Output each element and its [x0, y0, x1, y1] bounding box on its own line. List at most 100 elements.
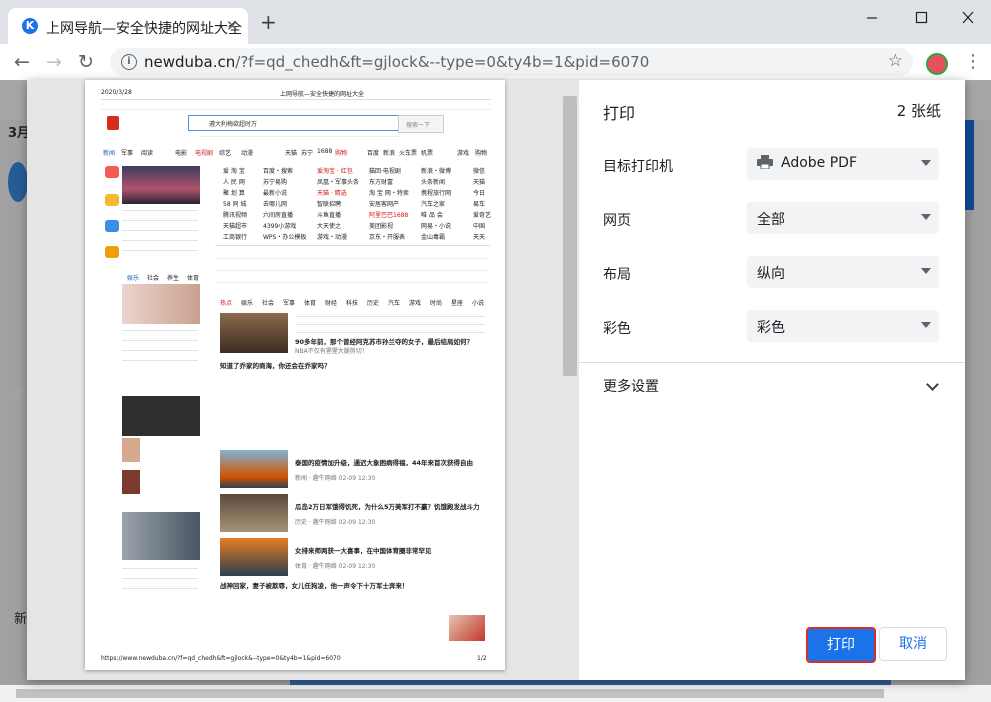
layout-label: 布局 [603, 267, 631, 283]
preview-news-image [220, 450, 288, 488]
preview-category-tab: 星座 [451, 300, 464, 307]
preview-game-icon [105, 194, 119, 206]
preview-left-news [122, 568, 198, 569]
back-arrow-icon[interactable]: ← [14, 51, 30, 73]
close-window-icon[interactable] [958, 10, 978, 26]
preview-category-tab: 历史 [367, 300, 380, 307]
preview-nav-link: 游戏 [457, 150, 470, 157]
preview-search-button-label: 搜索一下 [406, 122, 431, 129]
color-label: 彩色 [603, 321, 631, 337]
preview-site-link: 新浪・微博 [421, 168, 452, 175]
preview-site-link: 爱奇艺 [473, 212, 492, 219]
preview-left-tab: 社会 [147, 275, 160, 282]
preview-site-link: 安居客网产 [369, 201, 400, 208]
preview-site-link: 聚 划 算 [223, 190, 245, 197]
preview-category-row [215, 258, 490, 259]
preview-search-button: 搜索一下 [398, 115, 444, 133]
preview-category-row [215, 282, 490, 283]
preview-site-link: 天猫 [473, 179, 486, 186]
preview-site-link: 网易・小说 [421, 223, 452, 230]
print-dialog: 2020/3/28 上网导航—安全快捷的网址大全 遵大利梅欲超时万 搜索一下 新… [27, 80, 965, 680]
preview-category-tab: 汽车 [388, 300, 401, 307]
preview-scrollbar-thumb[interactable] [563, 96, 577, 376]
maximize-icon[interactable] [911, 10, 931, 26]
tab-close-icon[interactable]: ✕ [226, 17, 239, 35]
preview-nav-link: 军事 [121, 150, 134, 157]
preview-news-title: 战神回家，妻子被欺辱，女儿任狗凌，他一声令下十万军士奔来！ [220, 582, 409, 590]
address-bar[interactable]: i newduba.cn/?f=qd_chedh&ft=gjlock&--typ… [110, 48, 913, 76]
preview-site-link: 淘 宝 网・特卖 [369, 190, 409, 197]
chevron-down-icon [926, 378, 939, 391]
destination-value: Adobe PDF [781, 155, 858, 171]
settings-divider [579, 362, 965, 363]
browser-tab[interactable]: K 上网导航—安全快捷的网址大全 ✕ [8, 8, 248, 44]
preview-date: 2020/3/28 [101, 89, 132, 96]
chevron-down-icon [921, 322, 931, 328]
preview-header-rule [101, 99, 491, 100]
preview-nav-link: 百度 [367, 150, 380, 157]
profile-avatar-icon[interactable] [926, 53, 948, 75]
horizontal-scrollbar[interactable] [0, 685, 991, 702]
new-tab-button[interactable]: + [260, 12, 277, 32]
preview-news-sub: 体育 · 趣牛网络 02-09 12:30 [295, 563, 376, 570]
preview-page: 2020/3/28 上网导航—安全快捷的网址大全 遵大利梅欲超时万 搜索一下 新… [85, 80, 505, 670]
preview-left-news [122, 240, 198, 241]
preview-site-link: 携程旅行网 [421, 190, 452, 197]
preview-news-title: 90多年前，那个曾经阿克苏市孙兰夺的女子，最后结局如何？ [295, 338, 474, 346]
preview-site-link: 阿里巴巴1688 [369, 212, 409, 219]
print-button[interactable]: 打印 [806, 627, 876, 663]
preview-site-link: 工商银行 [223, 234, 248, 241]
more-settings-toggle[interactable]: 更多设置 [603, 376, 941, 400]
destination-label: 目标打印机 [603, 159, 673, 175]
preview-site-link: 苏宁易购 [263, 179, 288, 186]
preview-news-summary [295, 316, 485, 317]
preview-site-link: 汽车之家 [421, 201, 446, 208]
destination-select[interactable]: Adobe PDF [747, 148, 939, 180]
preview-news-sub: 新闻 · 趣牛网络 02-09 12:30 [295, 475, 376, 482]
print-dialog-title: 打印 [603, 104, 636, 123]
preview-left-news [122, 588, 198, 589]
preview-news-title: 泰国的疫情加升级，通迟大象困病得福，44年来首次获得自由 [295, 459, 474, 467]
preview-site-link: 爱 淘 宝 [223, 168, 245, 175]
preview-site-link: 中国 [473, 223, 486, 230]
printer-icon [757, 155, 773, 169]
preview-category-tab: 财经 [325, 300, 338, 307]
bookmark-star-icon[interactable]: ☆ [888, 51, 903, 71]
preview-nav-link: 天猫 [285, 150, 298, 157]
preview-dark-image [122, 396, 200, 436]
pages-select[interactable]: 全部 [747, 202, 939, 234]
forward-arrow-icon[interactable]: → [46, 51, 62, 73]
preview-category-tab: 热点 [220, 300, 233, 307]
preview-site-link: 去哪儿网 [263, 201, 288, 208]
preview-news-image [220, 494, 288, 532]
preview-site-link: 美团影视 [369, 223, 394, 230]
preview-site-link: 头条新闻 [421, 179, 446, 186]
cancel-button[interactable]: 取消 [879, 627, 947, 661]
preview-site-link: 天猫超市 [223, 223, 248, 230]
preview-left-news [122, 330, 198, 331]
preview-site-link: 腾讯视频 [223, 212, 248, 219]
preview-news-sub: 历史 · 趣牛网络 02-09 12:30 [295, 519, 376, 526]
preview-nav-link: 火车票 [399, 150, 418, 157]
layout-select[interactable]: 纵向 [747, 256, 939, 288]
preview-site-link: 天天 [473, 234, 486, 241]
preview-site-link: 大天使之 [317, 223, 342, 230]
color-select[interactable]: 彩色 [747, 310, 939, 342]
layout-value: 纵向 [757, 266, 785, 282]
site-info-icon[interactable]: i [121, 54, 137, 70]
preview-site-link: 金山毒霸 [421, 234, 446, 241]
horizontal-scrollbar-thumb[interactable] [16, 689, 884, 698]
preview-live-icon [105, 166, 119, 178]
address-url[interactable]: newduba.cn/?f=qd_chedh&ft=gjlock&--type=… [144, 53, 649, 71]
preview-footer-url: https://www.newduba.cn/?f=qd_chedh&ft=gj… [101, 655, 341, 662]
reload-icon[interactable]: ↻ [78, 51, 94, 73]
preview-nav-link: 电影 [175, 150, 188, 157]
preview-category-divider [215, 245, 490, 246]
preview-site-link: 猫回·电视剧 [369, 168, 401, 175]
minimize-icon[interactable] [862, 10, 882, 26]
url-path: /?f=qd_chedh&ft=gjlock&--type=0&ty4b=1&p… [235, 53, 650, 71]
preview-site-link: 微信 [473, 168, 486, 175]
menu-kebab-icon[interactable]: ⋮ [964, 51, 982, 72]
preview-nav-link: 动漫 [241, 150, 254, 157]
preview-site-link: 东方财富 [369, 179, 394, 186]
